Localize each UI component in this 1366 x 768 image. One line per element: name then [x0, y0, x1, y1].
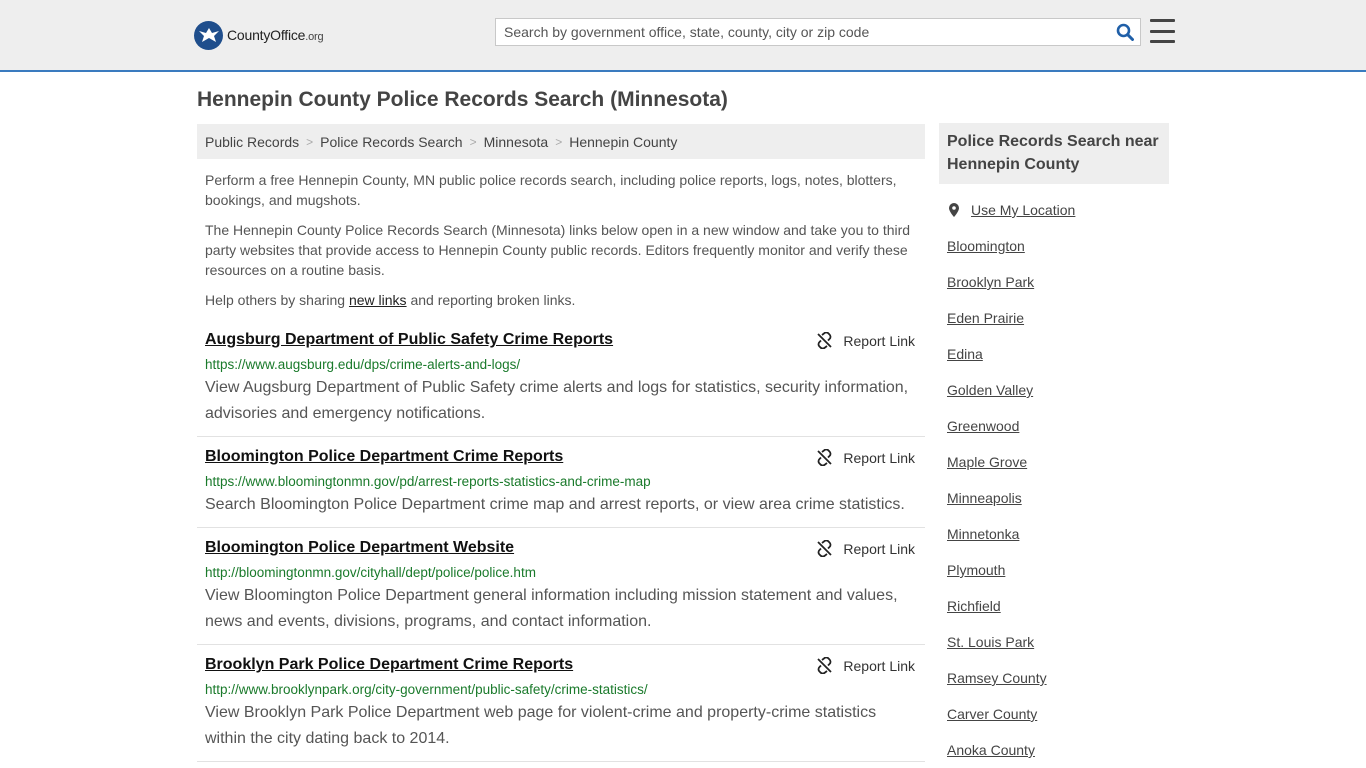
sidebar-link-plymouth[interactable]: Plymouth: [947, 562, 1005, 578]
result-item: Bloomington Police Department Crime Repo…: [197, 437, 925, 528]
search-input[interactable]: [496, 19, 1110, 45]
broken-link-icon: [817, 657, 833, 674]
breadcrumb-hennepin-county[interactable]: Hennepin County: [569, 134, 677, 150]
result-url: https://www.augsburg.edu/dps/crime-alert…: [205, 357, 521, 372]
sidebar-link-golden-valley[interactable]: Golden Valley: [947, 382, 1033, 398]
search-icon: [1116, 23, 1134, 41]
share-paragraph: Help others by sharing new links and rep…: [205, 292, 576, 308]
result-title-link[interactable]: Augsburg Department of Public Safety Cri…: [205, 331, 613, 349]
search-box: [495, 18, 1141, 46]
sidebar-link-edina[interactable]: Edina: [947, 346, 983, 362]
breadcrumb-separator-icon: >: [469, 134, 477, 149]
broken-link-icon: [817, 540, 833, 557]
result-item: Brooklyn Park Police Department Crime Re…: [197, 645, 925, 762]
breadcrumb: Public Records > Police Records Search >…: [197, 124, 925, 159]
breadcrumb-public-records[interactable]: Public Records: [205, 134, 299, 150]
search-button[interactable]: [1110, 19, 1140, 45]
result-url: http://www.brooklynpark.org/city-governm…: [205, 682, 648, 697]
result-url: http://bloomingtonmn.gov/cityhall/dept/p…: [205, 565, 536, 580]
report-link-button[interactable]: Report Link: [816, 449, 915, 466]
sidebar-link-richfield[interactable]: Richfield: [947, 598, 1001, 614]
sidebar-link-carver-county[interactable]: Carver County: [947, 706, 1037, 722]
report-link-button[interactable]: Report Link: [816, 657, 915, 674]
site-logo[interactable]: CountyOffice.org: [194, 20, 324, 50]
page-title: Hennepin County Police Records Search (M…: [197, 88, 728, 111]
disclaimer-paragraph: The Hennepin County Police Records Searc…: [205, 222, 911, 278]
intro-paragraph: Perform a free Hennepin County, MN publi…: [205, 172, 897, 208]
broken-link-icon: [817, 332, 833, 349]
sidebar-heading: Police Records Search near Hennepin Coun…: [939, 123, 1169, 184]
broken-link-icon: [817, 449, 833, 466]
sidebar-link-minneapolis[interactable]: Minneapolis: [947, 490, 1022, 506]
result-description: View Bloomington Police Department gener…: [205, 587, 898, 630]
result-description: View Brooklyn Park Police Department web…: [205, 704, 877, 747]
result-item: Bloomington Police Department Website Re…: [197, 528, 925, 645]
result-title-link[interactable]: Brooklyn Park Police Department Crime Re…: [205, 656, 573, 674]
logo-text: CountyOffice.org: [227, 27, 324, 43]
eagle-seal-icon: [194, 20, 223, 50]
report-link-button[interactable]: Report Link: [816, 540, 915, 557]
result-url: https://www.bloomingtonmn.gov/pd/arrest-…: [205, 474, 651, 489]
map-pin-icon: [949, 203, 959, 217]
sidebar-link-minnetonka[interactable]: Minnetonka: [947, 526, 1019, 542]
site-header: CountyOffice.org: [0, 0, 1366, 72]
sidebar-link-ramsey-county[interactable]: Ramsey County: [947, 670, 1047, 686]
result-title-link[interactable]: Bloomington Police Department Website: [205, 539, 514, 557]
sidebar-link-eden-prairie[interactable]: Eden Prairie: [947, 310, 1024, 326]
sidebar-link-anoka-county[interactable]: Anoka County: [947, 742, 1035, 758]
sidebar-link-brooklyn-park[interactable]: Brooklyn Park: [947, 274, 1034, 290]
sidebar-link-greenwood[interactable]: Greenwood: [947, 418, 1019, 434]
hamburger-menu-icon[interactable]: [1150, 19, 1175, 43]
sidebar-link-bloomington[interactable]: Bloomington: [947, 238, 1025, 254]
result-item: Augsburg Department of Public Safety Cri…: [197, 320, 925, 437]
breadcrumb-police-records-search[interactable]: Police Records Search: [320, 134, 462, 150]
use-my-location-link[interactable]: Use My Location: [947, 202, 1075, 218]
result-description: Search Bloomington Police Department cri…: [205, 496, 905, 513]
breadcrumb-separator-icon: >: [306, 134, 314, 149]
new-links-link[interactable]: new links: [349, 292, 407, 308]
sidebar-link-st-louis-park[interactable]: St. Louis Park: [947, 634, 1034, 650]
result-title-link[interactable]: Bloomington Police Department Crime Repo…: [205, 448, 563, 466]
report-link-button[interactable]: Report Link: [816, 332, 915, 349]
breadcrumb-separator-icon: >: [555, 134, 563, 149]
breadcrumb-minnesota[interactable]: Minnesota: [484, 134, 549, 150]
result-description: View Augsburg Department of Public Safet…: [205, 379, 909, 422]
sidebar-link-maple-grove[interactable]: Maple Grove: [947, 454, 1027, 470]
